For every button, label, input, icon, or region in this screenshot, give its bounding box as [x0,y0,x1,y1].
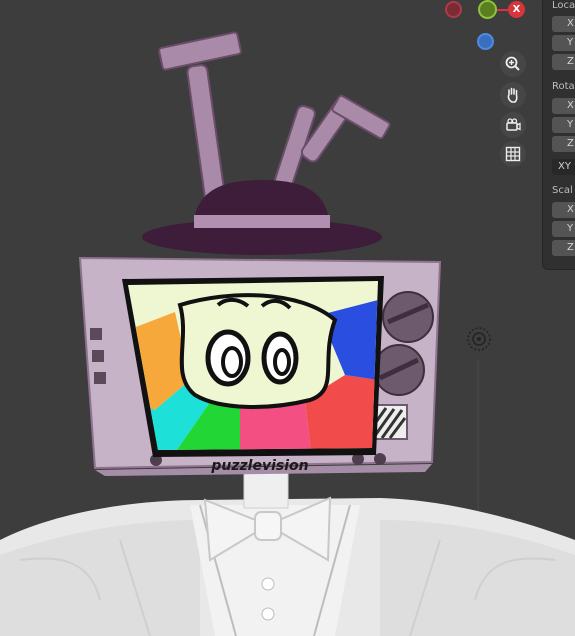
grid-icon [505,146,521,162]
rotation-y-field[interactable]: Y [552,117,575,133]
gizmo-x-handle[interactable]: X [508,1,525,18]
camera-view-button[interactable] [500,112,526,138]
rotation-mode-dropdown[interactable]: XY [552,159,575,175]
rotation-label: Rota [552,81,575,92]
3d-viewport[interactable]: puzzlevision X Loca X Y Z Rota X Y Z XY … [0,0,575,636]
gizmo-neg-x-handle[interactable] [445,1,462,18]
location-y-field[interactable]: Y [552,35,575,51]
location-label: Loca [552,0,575,11]
character-model[interactable]: puzzlevision [0,0,575,636]
camera-icon [506,118,521,131]
scale-y-field[interactable]: Y [552,221,575,237]
tv-logo-text: puzzlevision [210,458,308,474]
zoom-button[interactable] [500,51,526,77]
x-axis-line [495,9,509,11]
scale-x-field[interactable]: X [552,202,575,218]
bowler-hat [142,180,382,255]
scale-z-field[interactable]: Z [552,240,575,256]
gizmo-y-handle[interactable] [478,0,497,19]
ortho-toggle-button[interactable] [500,141,526,167]
scale-label: Scal [552,185,573,196]
gizmo-z-handle[interactable] [477,33,494,50]
zoom-in-icon [505,56,520,71]
hand-icon [507,87,518,103]
object-origin-icon[interactable] [466,326,492,352]
location-z-field[interactable]: Z [552,54,575,70]
pan-button[interactable] [500,82,526,108]
suit-body [0,469,575,636]
rotation-x-field[interactable]: X [552,98,575,114]
location-x-field[interactable]: X [552,16,575,32]
rotation-z-field[interactable]: Z [552,136,575,152]
tv-head: puzzlevision [78,256,442,476]
